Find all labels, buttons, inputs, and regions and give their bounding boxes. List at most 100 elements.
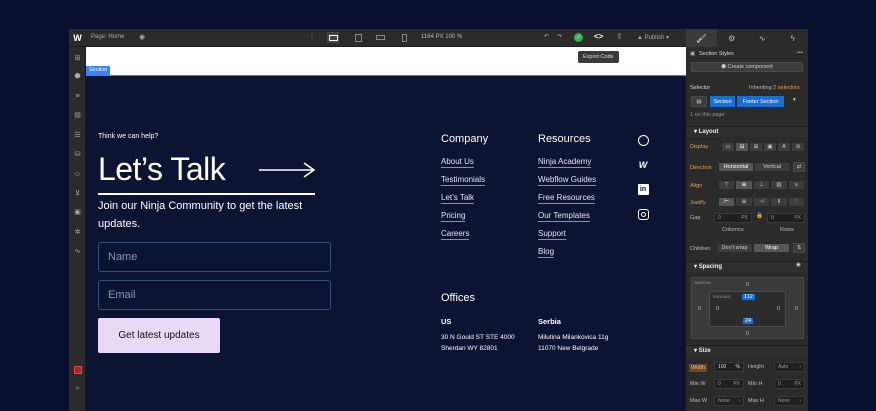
justify-start-icon[interactable]: ⊢ xyxy=(718,197,736,207)
components-icon[interactable]: ⬢ xyxy=(72,71,83,81)
reverse-direction-icon[interactable]: ⇄ xyxy=(793,162,805,172)
children-wrap[interactable]: Wrap xyxy=(753,243,790,253)
size-section-header[interactable]: ▾ Size xyxy=(686,345,808,356)
assets-icon[interactable]: ▣ xyxy=(72,207,83,217)
navigator-icon[interactable]: ≡ xyxy=(72,91,83,101)
min-width-input[interactable]: 0 PX xyxy=(714,379,744,389)
align-center-icon[interactable]: ⊕ xyxy=(735,180,753,190)
record-icon[interactable] xyxy=(72,365,83,375)
bolt-tab-icon[interactable]: ϟ xyxy=(778,29,809,47)
margin-left-value[interactable]: 0 xyxy=(698,306,701,312)
share-icon[interactable]: ⇪ xyxy=(616,32,623,41)
height-input[interactable]: Auto › xyxy=(774,362,805,372)
selector-chip-section[interactable]: Section xyxy=(710,96,735,107)
export-code-icon[interactable]: <> xyxy=(594,32,603,41)
align-start-icon[interactable]: ⊤ xyxy=(718,180,736,190)
style-tab-brush-icon[interactable]: 🖌 xyxy=(686,29,717,47)
link-careers[interactable]: Careers xyxy=(441,229,470,240)
spacing-target-icon[interactable]: ◉ xyxy=(796,262,801,268)
direction-horizontal[interactable]: Horizontal xyxy=(718,162,754,172)
display-block-icon[interactable]: ▭ xyxy=(721,142,735,152)
name-input[interactable]: Name xyxy=(98,242,331,272)
design-canvas[interactable]: Section Export Code Think we can help? L… xyxy=(86,47,686,411)
max-height-input[interactable]: None › xyxy=(774,396,805,406)
link-free-resources[interactable]: Free Resources xyxy=(538,193,595,204)
undo-icon[interactable]: ↶ xyxy=(544,33,549,40)
desktop-breakpoint-icon[interactable] xyxy=(327,32,339,43)
interactions-tab-icon[interactable]: ∿ xyxy=(747,29,778,47)
padding-top-value[interactable]: 112 xyxy=(742,294,755,300)
inheriting-count[interactable]: 2 selectors xyxy=(773,85,800,91)
get-updates-button[interactable]: Get latest updates xyxy=(98,318,220,353)
display-grid-icon[interactable]: ⊞ xyxy=(749,142,763,152)
webflow-icon[interactable]: W xyxy=(637,159,649,171)
gap-rows-input[interactable]: 0 PX xyxy=(767,213,805,223)
justify-around-icon[interactable]: ⫶ xyxy=(787,197,806,207)
add-elements-icon[interactable]: ⊞ xyxy=(72,53,83,63)
link-blog[interactable]: Blog xyxy=(538,247,555,258)
spacing-section-header[interactable]: ▾ Spacing xyxy=(686,261,808,272)
width-input[interactable]: 100% xyxy=(714,362,744,372)
tablet-breakpoint-icon[interactable] xyxy=(352,32,364,43)
selector-style-icon[interactable]: ▤ xyxy=(691,96,707,107)
panel-more-icon[interactable]: ••• xyxy=(797,50,803,56)
link-pricing[interactable]: Pricing xyxy=(441,211,466,222)
audit-icon[interactable]: ∿ xyxy=(72,246,83,256)
search-icon[interactable]: ⌕ xyxy=(72,384,83,394)
link-webflow-guides[interactable]: Webflow Guides xyxy=(538,175,597,186)
publish-button[interactable]: ▲ Publish ▾ xyxy=(637,34,669,41)
users-icon[interactable]: ☺ xyxy=(72,169,83,179)
display-none-icon[interactable]: ⊘ xyxy=(791,142,805,152)
cms-icon[interactable]: ☰ xyxy=(72,130,83,140)
linkedin-icon[interactable]: in xyxy=(637,183,649,195)
align-stretch-icon[interactable]: ▥ xyxy=(770,180,788,190)
justify-between-icon[interactable]: ⫴ xyxy=(770,197,788,207)
children-dont-wrap[interactable]: Don't wrap xyxy=(716,243,753,253)
direction-vertical[interactable]: Vertical xyxy=(754,162,790,172)
link-support[interactable]: Support xyxy=(538,229,567,240)
display-flex-icon[interactable]: ⊟ xyxy=(735,142,749,152)
display-inline-icon[interactable]: A xyxy=(777,142,791,152)
margin-top-value[interactable]: 0 xyxy=(746,282,749,288)
margin-right-value[interactable]: 0 xyxy=(795,306,798,312)
padding-right-value[interactable]: 0 xyxy=(777,306,780,312)
preview-eye-icon[interactable]: ◉ xyxy=(139,33,145,41)
min-height-input[interactable]: 0 PX xyxy=(774,379,805,389)
more-options-icon[interactable]: ⋮ xyxy=(309,33,315,40)
cart-icon[interactable]: ⊻ xyxy=(72,188,83,198)
email-input[interactable]: Email xyxy=(98,280,331,310)
wrap-reverse-icon[interactable]: ⇅ xyxy=(793,243,805,253)
padding-left-value[interactable]: 0 xyxy=(716,306,719,312)
selector-chip-footer-section[interactable]: Footer Section xyxy=(737,96,784,107)
gap-lock-icon[interactable]: 🔒 xyxy=(756,213,763,219)
justify-center-icon[interactable]: ⊕ xyxy=(735,197,753,207)
webflow-logo[interactable]: W xyxy=(69,29,86,47)
section-tag[interactable]: Section xyxy=(86,66,111,75)
align-baseline-icon[interactable]: ≡ xyxy=(787,180,806,190)
mobile-landscape-breakpoint-icon[interactable] xyxy=(374,32,386,43)
ecommerce-icon[interactable]: ⛁ xyxy=(72,149,83,159)
instagram-icon[interactable] xyxy=(637,208,649,220)
pages-icon[interactable]: ▤ xyxy=(72,110,83,120)
settings-tab-gear-icon[interactable]: ⚙ xyxy=(717,29,748,47)
create-component-button[interactable]: ⬢ Create component xyxy=(691,62,803,72)
link-about-us[interactable]: About Us xyxy=(441,157,474,168)
link-ninja-academy[interactable]: Ninja Academy xyxy=(538,157,592,168)
redo-icon[interactable]: ↷ xyxy=(557,33,562,40)
link-our-templates[interactable]: Our Templates xyxy=(538,211,590,222)
justify-end-icon[interactable]: ⊣ xyxy=(752,197,771,207)
padding-bottom-value[interactable]: 24 xyxy=(743,318,754,324)
selector-dropdown-icon[interactable]: ▾ xyxy=(793,97,796,103)
page-selector[interactable]: Page: Home xyxy=(91,34,124,40)
layout-section-header[interactable]: ▾ Layout xyxy=(686,126,808,137)
link-lets-talk[interactable]: Let’s Talk xyxy=(441,193,475,204)
link-testimonials[interactable]: Testimonials xyxy=(441,175,486,186)
max-width-input[interactable]: None › xyxy=(714,396,744,406)
dribbble-icon[interactable] xyxy=(637,134,649,146)
mobile-portrait-breakpoint-icon[interactable] xyxy=(398,32,410,43)
display-inline-block-icon[interactable]: ▣ xyxy=(763,142,777,152)
align-end-icon[interactable]: ⊥ xyxy=(752,180,771,190)
margin-bottom-value[interactable]: 0 xyxy=(746,331,749,337)
settings-gear-icon[interactable]: ✲ xyxy=(72,227,83,237)
gap-columns-input[interactable]: 0 PX xyxy=(714,213,752,223)
